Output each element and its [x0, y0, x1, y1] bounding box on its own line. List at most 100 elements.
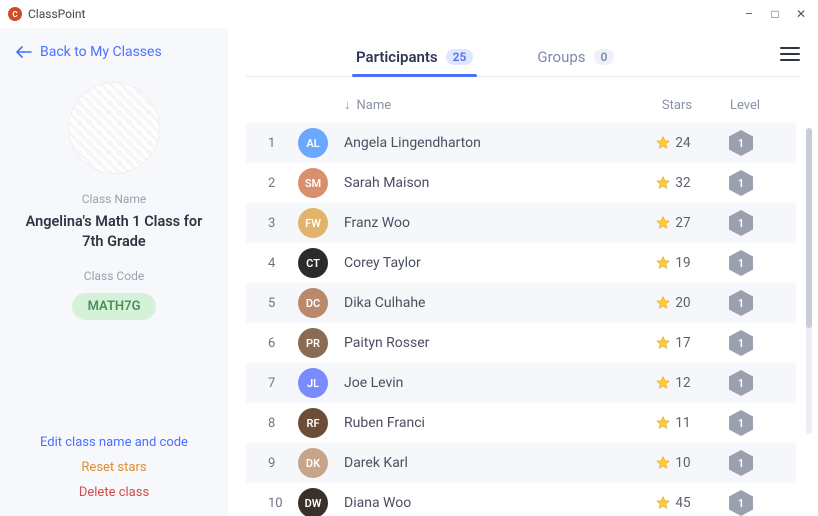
level-cell: 1 — [708, 450, 774, 476]
rank: 2 — [268, 176, 298, 191]
participant-row[interactable]: 4CTCorey Taylor19 1 — [246, 243, 796, 283]
stars-cell: 27 — [638, 215, 708, 231]
sidebar: Back to My Classes Class Name Angelina's… — [0, 28, 228, 516]
tab-participants-count: 25 — [446, 49, 474, 65]
level-cell: 1 — [708, 170, 774, 196]
level-cell: 1 — [708, 290, 774, 316]
stars-cell: 20 — [638, 295, 708, 311]
level-cell: 1 — [708, 210, 774, 236]
menu-button[interactable] — [780, 46, 800, 66]
rank: 3 — [268, 216, 298, 231]
back-to-classes-link[interactable]: Back to My Classes — [12, 44, 162, 60]
tab-groups-count: 0 — [594, 49, 615, 65]
stars-cell: 19 — [638, 255, 708, 271]
avatar: DK — [298, 448, 344, 478]
tab-participants-label: Participants — [356, 48, 438, 66]
reset-stars-link[interactable]: Reset stars — [81, 460, 146, 475]
participant-name: Franz Woo — [344, 215, 638, 231]
avatar: DW — [298, 488, 344, 516]
class-name: Angelina's Math 1 Class for 7th Grade — [12, 212, 216, 251]
level-badge-icon: 1 — [729, 450, 753, 476]
level-badge-icon: 1 — [729, 290, 753, 316]
stars-cell: 24 — [638, 135, 708, 151]
scrollbar[interactable] — [806, 128, 812, 434]
level-badge-icon: 1 — [729, 130, 753, 156]
rank: 7 — [268, 376, 298, 391]
participant-list: 1ALAngela Lingendharton2412SMSarah Maiso… — [246, 123, 800, 516]
participant-row[interactable]: 1ALAngela Lingendharton241 — [246, 123, 796, 163]
participant-row[interactable]: 6PRPaityn Rosser17 1 — [246, 323, 796, 363]
stars-cell: 17 — [638, 335, 708, 351]
participant-name: Joe Levin — [344, 375, 638, 391]
rank: 8 — [268, 416, 298, 431]
window-minimize-button[interactable]: – — [740, 7, 758, 21]
column-name[interactable]: ↓ Name — [344, 97, 642, 113]
participant-row[interactable]: 9DKDarek Karl10 1 — [246, 443, 796, 483]
level-cell: 1 — [708, 330, 774, 356]
level-badge-icon: 1 — [729, 490, 753, 516]
window-maximize-button[interactable]: □ — [766, 7, 784, 21]
rank: 6 — [268, 336, 298, 351]
avatar: PR — [298, 328, 344, 358]
stars-cell: 11 — [638, 415, 708, 431]
participant-name: Paityn Rosser — [344, 335, 638, 351]
level-cell: 1 — [708, 410, 774, 436]
tab-groups-label: Groups — [537, 48, 585, 66]
participant-row[interactable]: 3FWFranz Woo27 1 — [246, 203, 796, 243]
avatar: FW — [298, 208, 344, 238]
level-badge-icon: 1 — [729, 370, 753, 396]
level-cell: 1 — [708, 370, 774, 396]
participant-row[interactable]: 7JLJoe Levin12 1 — [246, 363, 796, 403]
participant-name: Dika Culhahe — [344, 295, 638, 311]
scrollbar-thumb[interactable] — [806, 128, 812, 328]
rank: 4 — [268, 256, 298, 271]
level-cell: 1 — [708, 250, 774, 276]
app-title: ClassPoint — [28, 7, 85, 21]
participant-name: Diana Woo — [344, 495, 638, 511]
class-code-pill[interactable]: MATH7G — [72, 293, 157, 320]
participant-name: Corey Taylor — [344, 255, 638, 271]
tabs: Participants 25 Groups 0 — [246, 38, 800, 77]
edit-class-link[interactable]: Edit class name and code — [40, 435, 188, 450]
column-headers: ↓ Name Stars Level — [246, 91, 800, 123]
level-badge-icon: 1 — [729, 210, 753, 236]
title-bar: C ClassPoint – □ ✕ — [0, 0, 818, 28]
back-label: Back to My Classes — [40, 44, 162, 60]
rank: 9 — [268, 456, 298, 471]
level-badge-icon: 1 — [729, 250, 753, 276]
participant-row[interactable]: 2SMSarah Maison321 — [246, 163, 796, 203]
tab-participants[interactable]: Participants 25 — [356, 38, 473, 76]
class-name-label: Class Name — [82, 192, 147, 206]
participant-row[interactable]: 10DWDiana Woo45 1 — [246, 483, 796, 516]
rank: 1 — [268, 136, 298, 151]
participant-name: Sarah Maison — [344, 175, 638, 191]
avatar: JL — [298, 368, 344, 398]
stars-cell: 10 — [638, 455, 708, 471]
stars-cell: 12 — [638, 375, 708, 391]
level-badge-icon: 1 — [729, 330, 753, 356]
avatar: AL — [298, 128, 344, 158]
avatar: CT — [298, 248, 344, 278]
level-badge-icon: 1 — [729, 410, 753, 436]
window-close-button[interactable]: ✕ — [792, 7, 810, 21]
avatar: DC — [298, 288, 344, 318]
avatar: SM — [298, 168, 344, 198]
level-cell: 1 — [708, 130, 774, 156]
participant-row[interactable]: 8RFRuben Franci111 — [246, 403, 796, 443]
hamburger-icon — [780, 46, 800, 62]
level-cell: 1 — [708, 490, 774, 516]
participant-row[interactable]: 5DCDika Culhahe201 — [246, 283, 796, 323]
participant-name: Ruben Franci — [344, 415, 638, 431]
main-panel: Participants 25 Groups 0 ↓ Name Stars Le… — [228, 28, 818, 516]
tab-groups[interactable]: Groups 0 — [537, 38, 614, 76]
column-level[interactable]: Level — [712, 98, 778, 113]
column-stars[interactable]: Stars — [642, 98, 712, 113]
class-code-label: Class Code — [84, 269, 144, 283]
class-image — [68, 82, 160, 174]
stars-cell: 45 — [638, 495, 708, 511]
participant-name: Angela Lingendharton — [344, 135, 638, 151]
delete-class-link[interactable]: Delete class — [79, 485, 149, 500]
participant-name: Darek Karl — [344, 455, 638, 471]
app-logo-icon: C — [8, 7, 22, 21]
rank: 10 — [268, 496, 298, 511]
